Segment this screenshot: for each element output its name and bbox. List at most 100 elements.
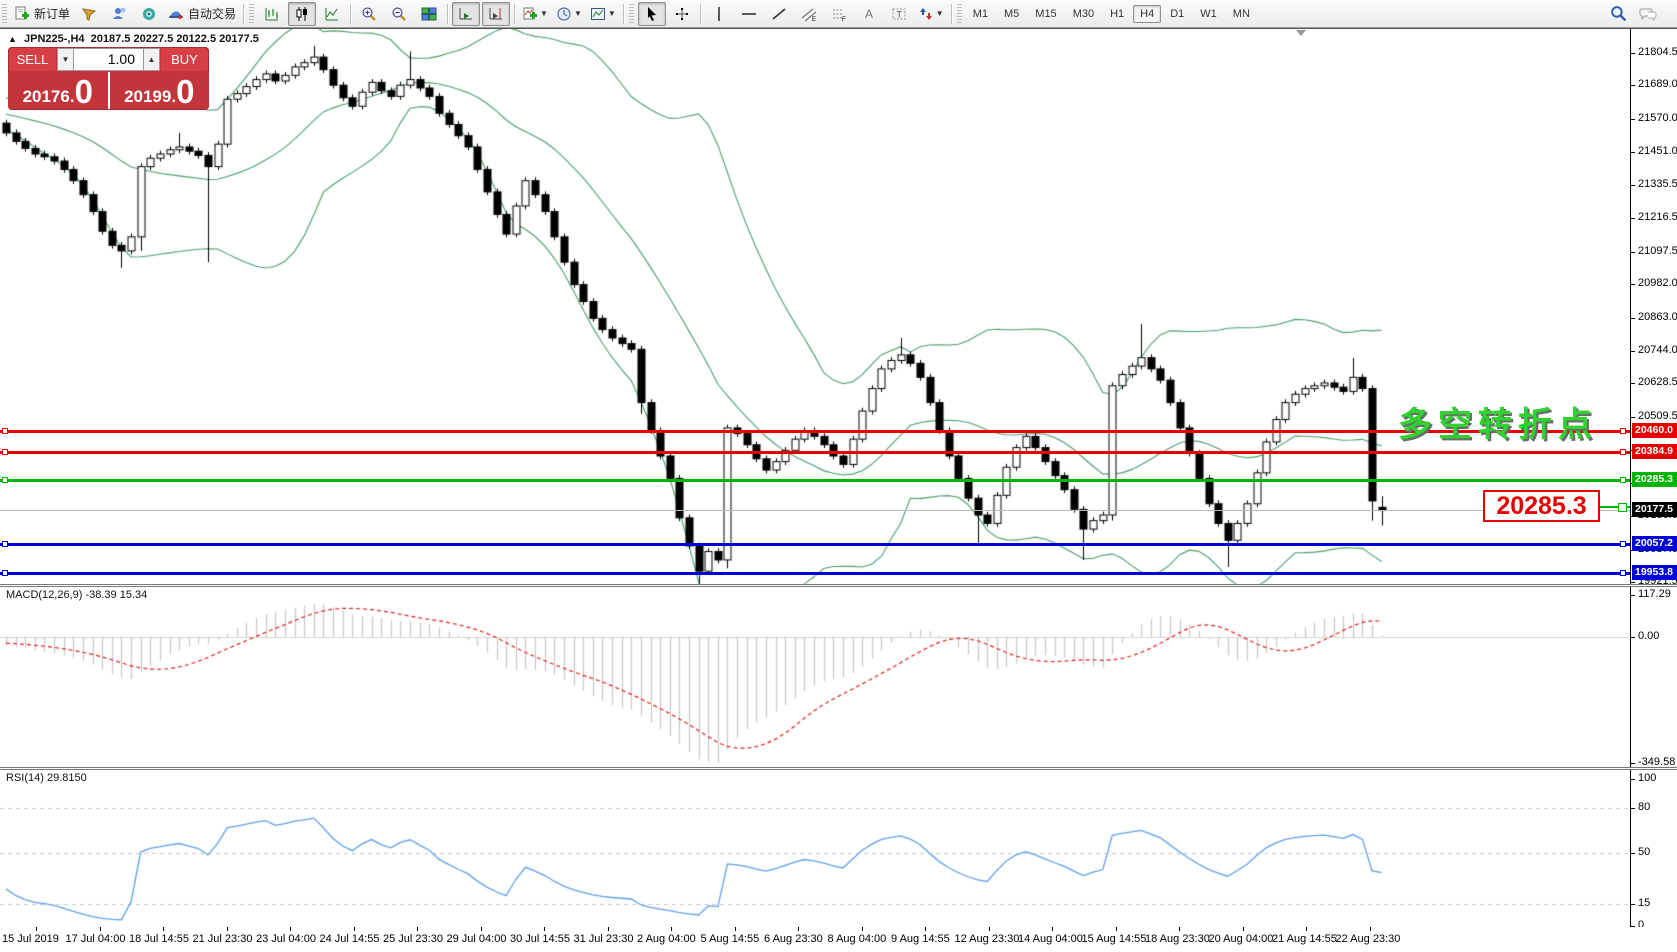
cursor-tool-button[interactable]	[638, 2, 666, 26]
vertical-line-tool-button[interactable]	[705, 2, 733, 26]
macd-tick-mark	[1631, 595, 1635, 596]
price-callout-box[interactable]: 20285.3	[1483, 490, 1600, 522]
indicators-icon	[522, 6, 538, 22]
time-tick-mark	[417, 927, 418, 931]
svg-text:T: T	[896, 9, 902, 19]
callout-line-handle[interactable]	[1618, 503, 1627, 512]
volume-input[interactable]: 1.00	[74, 48, 143, 71]
svg-text:A: A	[865, 7, 873, 21]
rsi-tick: 80	[1638, 801, 1650, 813]
arrows-tool-button[interactable]: ▼	[915, 2, 947, 26]
search-button[interactable]	[1604, 2, 1632, 26]
timeframe-h4[interactable]: H4	[1133, 5, 1161, 23]
timeframe-m5[interactable]: M5	[997, 5, 1026, 23]
macd-label: MACD(12,26,9) -38.39 15.34	[6, 589, 147, 601]
line-chart-button[interactable]	[318, 2, 346, 26]
time-tick: 29 Jul 04:00	[447, 933, 507, 945]
time-tick: 25 Jul 23:30	[383, 933, 443, 945]
time-tick-mark	[1179, 927, 1180, 931]
chat-button[interactable]	[1634, 2, 1662, 26]
hline-handle[interactable]	[1620, 449, 1626, 455]
hline-handle[interactable]	[1620, 570, 1626, 576]
rsi-tick-mark	[1631, 904, 1635, 905]
collapse-panel-arrow[interactable]: ▲	[8, 34, 17, 44]
hline-handle[interactable]	[2, 477, 8, 483]
time-tick-mark	[163, 927, 164, 931]
hline-handle[interactable]	[2, 428, 8, 434]
rsi-tick-mark	[1631, 808, 1635, 809]
time-axis[interactable]: 15 Jul 201917 Jul 04:0018 Jul 14:5521 Ju…	[0, 927, 1677, 952]
fibonacci-tool-button[interactable]: F	[825, 2, 853, 26]
auto-scroll-button[interactable]	[452, 2, 480, 26]
timeframe-d1[interactable]: D1	[1163, 5, 1191, 23]
symbol-period-label: JPN225-,H4	[24, 33, 85, 45]
sell-button[interactable]: SELL	[9, 48, 56, 71]
timeframe-w1[interactable]: W1	[1193, 5, 1224, 23]
templates-button[interactable]: ▼	[587, 2, 619, 26]
time-tick-mark	[481, 927, 482, 931]
ohlc-close: 20177.5	[219, 33, 259, 45]
indicators-dropdown-caret[interactable]: ▼	[540, 9, 548, 18]
hline-price-label: 20460.0	[1632, 423, 1677, 438]
text-tool-button[interactable]: A	[855, 2, 883, 26]
price-tick: 21570.0	[1638, 112, 1677, 124]
svg-text:E: E	[812, 17, 816, 22]
timeframe-m1[interactable]: M1	[966, 5, 995, 23]
volume-increase-button[interactable]: ▲	[143, 48, 160, 71]
hline-handle[interactable]	[2, 449, 8, 455]
sell-price-main: 20176	[23, 87, 70, 107]
community-button[interactable]	[105, 2, 133, 26]
buy-button[interactable]: BUY	[161, 48, 208, 71]
tile-windows-button[interactable]	[415, 2, 443, 26]
market-watch-button[interactable]	[75, 2, 103, 26]
periods-dropdown-caret[interactable]: ▼	[574, 9, 582, 18]
signals-button[interactable]	[135, 2, 163, 26]
new-order-button[interactable]: 新订单	[11, 2, 73, 26]
bar-chart-button[interactable]	[258, 2, 286, 26]
hline-handle[interactable]	[1620, 477, 1626, 483]
timeframe-bar: M1M5M15M30H1H4D1W1MN	[965, 5, 1258, 23]
trendline-icon	[771, 6, 787, 22]
timeframe-h1[interactable]: H1	[1103, 5, 1131, 23]
hline-handle[interactable]	[1620, 541, 1626, 547]
time-tick: 8 Aug 04:00	[828, 933, 887, 945]
periods-button[interactable]: ▼	[553, 2, 585, 26]
time-tick-mark	[36, 927, 37, 931]
label-tool-button[interactable]: T	[885, 2, 913, 26]
time-tick-mark	[1052, 927, 1053, 931]
candlestick-chart-button[interactable]	[288, 2, 316, 26]
trendline-tool-button[interactable]	[765, 2, 793, 26]
autotrade-label: 自动交易	[188, 5, 236, 22]
channel-tool-button[interactable]: E	[795, 2, 823, 26]
chart-text-annotation[interactable]: 多空转折点	[1398, 397, 1598, 446]
time-tick-mark	[544, 927, 545, 931]
horizontal-line-tool-button[interactable]	[735, 2, 763, 26]
timeframe-m30[interactable]: M30	[1066, 5, 1101, 23]
crosshair-tool-button[interactable]	[668, 2, 696, 26]
toolbar-separator	[700, 4, 701, 24]
macd-pane-separator[interactable]	[0, 584, 1677, 587]
ohlc-high: 20227.5	[133, 33, 173, 45]
rsi-pane-separator[interactable]	[0, 767, 1677, 770]
chart-shift-icon	[488, 6, 504, 22]
zoom-in-button[interactable]	[355, 2, 383, 26]
time-tick-mark	[862, 927, 863, 931]
sell-price-button[interactable]: 20176.0	[8, 72, 110, 109]
autotrade-button[interactable]: 自动交易	[165, 2, 239, 26]
time-tick: 18 Jul 14:55	[129, 933, 189, 945]
volume-decrease-button[interactable]: ▼	[57, 48, 74, 71]
buy-price-button[interactable]: 20199.0	[110, 72, 210, 109]
templates-dropdown-caret[interactable]: ▼	[608, 9, 616, 18]
timeframe-m15[interactable]: M15	[1028, 5, 1063, 23]
arrows-dropdown-caret[interactable]: ▼	[936, 9, 944, 18]
timeframe-mn[interactable]: MN	[1226, 5, 1257, 23]
price-tick-mark	[1631, 582, 1635, 583]
time-tick: 15 Jul 2019	[2, 933, 59, 945]
zoom-out-button[interactable]	[385, 2, 413, 26]
chart-shift-button[interactable]	[482, 2, 510, 26]
indicators-button[interactable]: ▼	[519, 2, 551, 26]
price-axis[interactable]: 21804.521689.021570.021451.021335.521216…	[1630, 29, 1677, 927]
hline-handle[interactable]	[1620, 428, 1626, 434]
hline-handle[interactable]	[2, 570, 8, 576]
hline-handle[interactable]	[2, 541, 8, 547]
